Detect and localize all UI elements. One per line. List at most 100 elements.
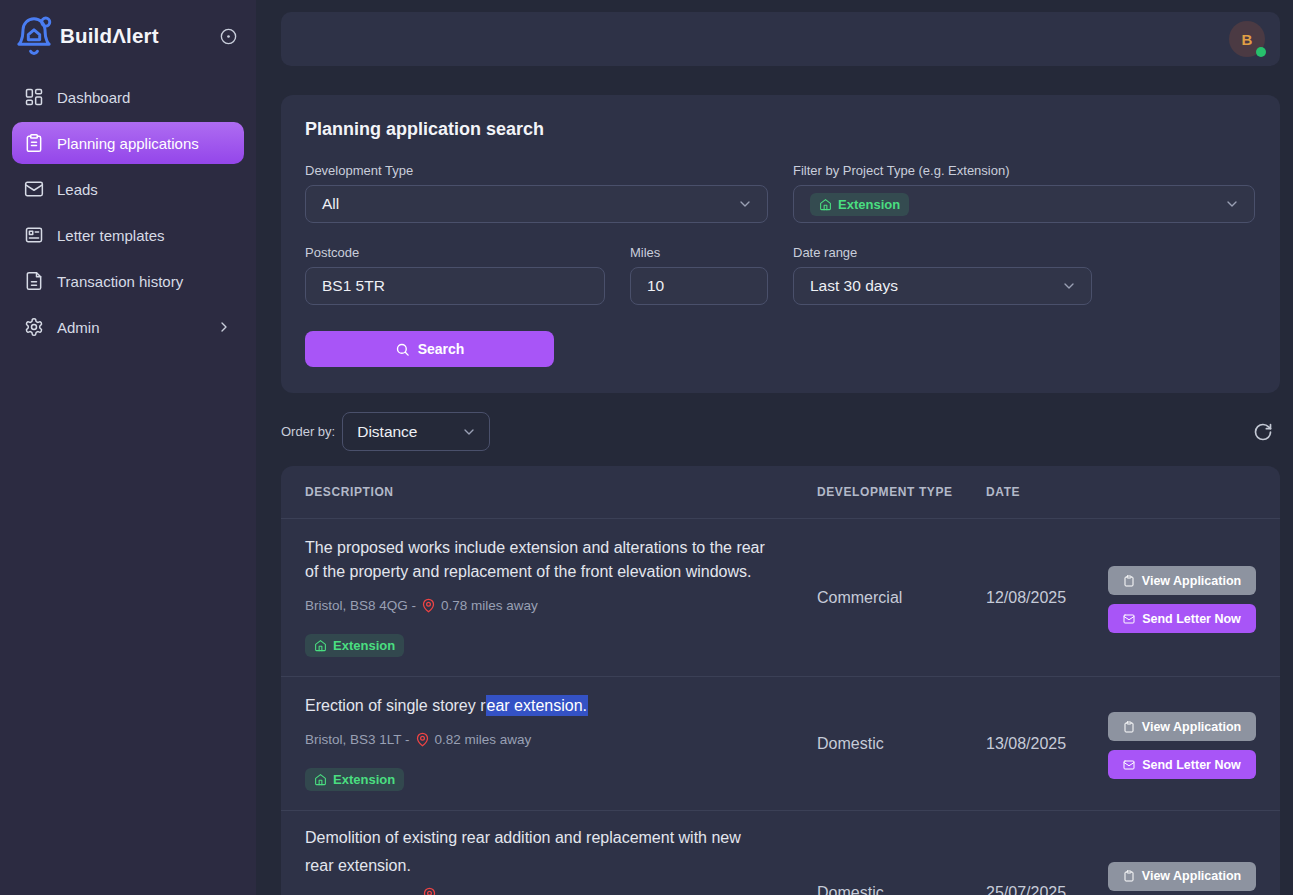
postcode-label: Postcode xyxy=(305,245,605,260)
sidebar-item-admin[interactable]: Admin xyxy=(12,304,244,350)
house-icon xyxy=(314,773,327,786)
sidebar-item-letter-templates[interactable]: Letter templates xyxy=(12,212,244,258)
postcode-input[interactable]: BS1 5TR xyxy=(305,267,605,305)
miles-input[interactable]: 10 xyxy=(630,267,768,305)
layout-list-icon xyxy=(24,225,44,245)
table-row: Erection of single storey rear extension… xyxy=(281,677,1280,811)
refresh-icon[interactable] xyxy=(1253,422,1273,442)
view-application-button[interactable]: View Application xyxy=(1108,712,1256,741)
chevron-down-icon xyxy=(737,196,753,212)
view-application-label: View Application xyxy=(1142,720,1241,734)
sidebar-collapse-icon[interactable] xyxy=(219,27,238,46)
header-development-type: DEVELOPMENT TYPE xyxy=(817,485,986,499)
location-text: Bristol, BS8 4QG - xyxy=(305,598,416,613)
sidebar-item-dashboard[interactable]: Dashboard xyxy=(12,74,244,120)
send-letter-button[interactable]: Send Letter Now xyxy=(1108,750,1256,779)
sidebar-item-leads[interactable]: Leads xyxy=(12,166,244,212)
view-application-label: View Application xyxy=(1142,574,1241,588)
document-icon xyxy=(24,271,44,291)
project-type-label: Filter by Project Type (e.g. Extension) xyxy=(793,163,1255,178)
extension-tag-label: Extension xyxy=(333,772,395,787)
order-by-select[interactable]: Distance xyxy=(342,412,490,451)
development-type-cell: Commercial xyxy=(817,519,986,676)
development-type-cell: Domestic xyxy=(817,811,986,895)
sidebar-item-label: Dashboard xyxy=(57,89,130,106)
postcode-value: BS1 5TR xyxy=(322,277,385,295)
location-text: Bristol, BS3 1LT - xyxy=(305,732,410,747)
avatar[interactable]: B xyxy=(1229,21,1265,57)
avatar-initial: B xyxy=(1242,31,1253,48)
sidebar-item-transaction-history[interactable]: Transaction history xyxy=(12,258,244,304)
clipboard-icon xyxy=(1123,721,1135,733)
search-panel: Planning application search Development … xyxy=(281,95,1280,393)
search-button[interactable]: Search xyxy=(305,331,554,367)
date-cell: 25/07/2025 xyxy=(986,811,1108,895)
mail-icon xyxy=(1123,759,1135,771)
extension-tag: Extension xyxy=(305,768,404,791)
send-letter-label: Send Letter Now xyxy=(1142,612,1241,626)
order-by-label: Order by: xyxy=(281,424,335,439)
miles-value: 10 xyxy=(647,277,664,295)
date-cell: 12/08/2025 xyxy=(986,519,1108,676)
map-pin-icon xyxy=(422,887,437,895)
buildalert-logo-icon xyxy=(12,14,56,58)
view-application-button[interactable]: View Application xyxy=(1108,566,1256,595)
date-range-value: Last 30 days xyxy=(810,277,898,295)
main-content: B Planning application search Developmen… xyxy=(256,0,1293,895)
extension-tag: Extension xyxy=(305,634,404,657)
order-bar: Order by: Distance xyxy=(281,412,1280,451)
results-table: DESCRIPTION DEVELOPMENT TYPE DATE The pr… xyxy=(281,466,1280,895)
view-application-label: View Application xyxy=(1142,869,1241,883)
chevron-down-icon xyxy=(461,424,477,440)
gear-icon xyxy=(24,317,44,337)
application-description: Erection of single storey rear extension… xyxy=(305,694,797,718)
extension-tag-label: Extension xyxy=(333,638,395,653)
clipboard-icon xyxy=(1123,870,1135,882)
sidebar: BuildΛlert Dashboard xyxy=(0,0,256,895)
date-cell: 13/08/2025 xyxy=(986,677,1108,810)
sidebar-item-label: Transaction history xyxy=(57,273,183,290)
distance-text: 0.78 miles away xyxy=(441,598,538,613)
send-letter-button[interactable]: Send Letter Now xyxy=(1108,604,1256,633)
search-button-label: Search xyxy=(418,341,465,357)
search-panel-title: Planning application search xyxy=(305,119,1256,140)
project-type-badge: Extension xyxy=(810,193,909,216)
sidebar-item-label: Planning applications xyxy=(57,135,199,152)
development-type-label: Development Type xyxy=(305,163,768,178)
send-letter-label: Send Letter Now xyxy=(1142,758,1241,772)
topbar: B xyxy=(281,12,1280,66)
distance-text: 0.82 miles away xyxy=(435,732,532,747)
development-type-value: All xyxy=(322,195,339,213)
clipboard-icon xyxy=(1123,575,1135,587)
dashboard-icon xyxy=(24,87,44,107)
order-by-value: Distance xyxy=(357,423,417,441)
map-pin-icon xyxy=(421,598,436,613)
house-icon xyxy=(314,639,327,652)
table-header: DESCRIPTION DEVELOPMENT TYPE DATE xyxy=(281,466,1280,519)
application-description: The proposed works include extension and… xyxy=(305,536,797,584)
clipboard-icon xyxy=(24,133,44,153)
project-type-select[interactable]: Extension xyxy=(793,185,1255,223)
date-range-select[interactable]: Last 30 days xyxy=(793,267,1092,305)
header-description: DESCRIPTION xyxy=(305,485,817,499)
project-type-badge-label: Extension xyxy=(838,197,900,212)
brand-name: BuildΛlert xyxy=(60,24,159,48)
mail-icon xyxy=(24,179,44,199)
table-row: The proposed works include extension and… xyxy=(281,519,1280,677)
miles-label: Miles xyxy=(630,245,768,260)
view-application-button[interactable]: View Application xyxy=(1108,862,1256,891)
development-type-select[interactable]: All xyxy=(305,185,768,223)
sidebar-item-planning-applications[interactable]: Planning applications xyxy=(12,122,244,164)
sidebar-item-label: Admin xyxy=(57,319,100,336)
table-row: Demolition of existing rear addition and… xyxy=(281,811,1280,895)
header-date: DATE xyxy=(986,485,1108,499)
online-status-dot xyxy=(1256,47,1266,57)
search-icon xyxy=(395,342,410,357)
sidebar-nav: Dashboard Planning applications Leads xyxy=(12,74,244,350)
application-description: Demolition of existing rear addition and… xyxy=(305,824,797,880)
development-type-cell: Domestic xyxy=(817,677,986,810)
map-pin-icon xyxy=(415,732,430,747)
chevron-down-icon xyxy=(1061,278,1077,294)
sidebar-item-label: Leads xyxy=(57,181,98,198)
house-icon xyxy=(819,198,832,211)
